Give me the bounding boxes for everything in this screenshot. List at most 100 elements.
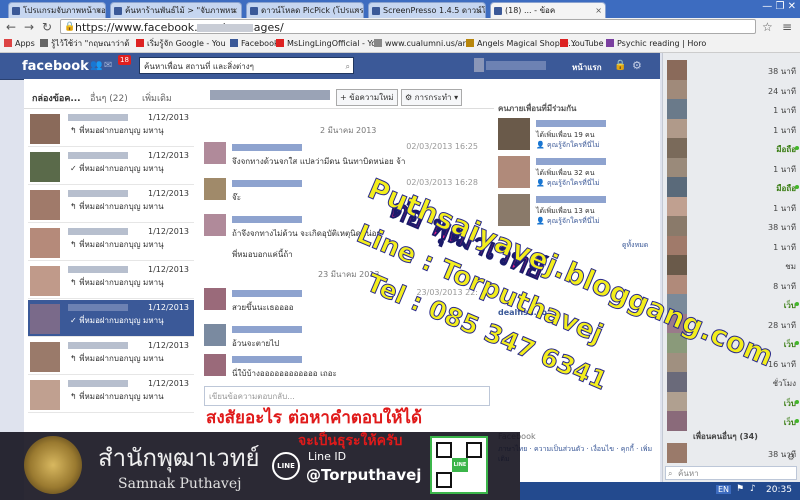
page-icon [606, 39, 614, 47]
conversation-row[interactable]: 1/12/2013 ↰ พี่หมอฝากบอกบุญ มหาน [28, 376, 194, 413]
gear-icon[interactable]: ⚙ [632, 59, 642, 72]
bookmark[interactable]: เริ่มรู้จัก Google - You [136, 38, 226, 50]
messages-icon[interactable]: ✉ [104, 60, 112, 71]
profile-name-redacted[interactable] [486, 61, 546, 70]
sender-redacted[interactable] [232, 356, 302, 363]
conversation-row-selected[interactable]: 1/12/2013 ✓ พี่หมอฝากบอกบุญ มหานุ [28, 300, 194, 337]
other-tab[interactable]: อื่นๆ (22) [90, 91, 128, 105]
promo-text: จะเป็นธุระให้ครับ [298, 433, 403, 449]
close-icon[interactable]: × [475, 3, 482, 18]
online-status: เว็บ [783, 301, 796, 310]
bookmark[interactable]: Psychic reading | Horo [606, 38, 706, 50]
browser-tab-active[interactable]: (18) ... - ข้อค × [490, 2, 606, 18]
new-message-button[interactable]: + ข้อความใหม่ [336, 89, 398, 106]
inbox-tab[interactable]: กล่องข้อค... [32, 91, 81, 105]
conversation-row[interactable]: 1/12/2013 ✓ พี่หมอฝากบอกบุญ มหานุ [28, 148, 194, 185]
brand-banner: สำนักพุฒาเวทย์ Samnak Puthavej LINE Line… [0, 432, 520, 500]
close-icon[interactable]: × [595, 3, 602, 18]
close-icon[interactable]: × [95, 3, 102, 18]
volume-icon[interactable]: ♪ [750, 484, 756, 494]
bookmark[interactable]: YouTube [560, 38, 604, 50]
conversation-row[interactable]: 1/12/2013 ↰ พี่หมอฝากบอกบุญ มหานุ [28, 110, 194, 147]
avatar [667, 99, 687, 119]
last-active-status: 28 นาที [768, 320, 796, 330]
reply-input[interactable]: เขียนข้อความตอบกลับ... [204, 386, 490, 406]
language-indicator[interactable]: EN [716, 485, 732, 494]
browser-tab[interactable]: ScreenPresso 1.4.5 ดาวน์โหล × [368, 2, 486, 18]
conversation-row[interactable]: 1/12/2013 ↰ พี่หมอฝากบอกบุญ มหานุ [28, 224, 194, 261]
browser-tab[interactable]: ดาวน์โหลด PicPick (โปรแกรม × [246, 2, 364, 18]
avatar[interactable] [204, 214, 226, 236]
chat-friend[interactable]: เว็บ [663, 410, 800, 432]
forward-icon[interactable]: → [24, 20, 34, 34]
sender-redacted[interactable] [232, 216, 302, 223]
avatar[interactable] [204, 324, 226, 346]
friend-requests-icon[interactable]: 👥 [90, 60, 102, 71]
online-status: มือถือ [776, 145, 796, 154]
close-icon[interactable]: × [231, 3, 238, 18]
notification-badge[interactable]: 18 [118, 55, 131, 65]
sender-redacted[interactable] [232, 326, 302, 333]
online-dot-icon [795, 399, 799, 404]
avatar [30, 228, 60, 258]
footer-links[interactable]: ภาษาไทย · ความเป็นส่วนตัว · เงื่อนไข · ค… [498, 444, 656, 464]
qr-code: LINE [430, 436, 488, 494]
conversation-row[interactable]: 1/12/2013 ↰ พี่หมอฝากบอกบุญ มหาน [28, 186, 194, 223]
bookmark[interactable]: www.cualumni.us/arti [374, 38, 471, 50]
back-icon[interactable]: ← [6, 20, 16, 34]
avatar [667, 443, 687, 463]
sender-redacted[interactable] [232, 180, 302, 187]
chat-sidebar: 38 นาที 24 นาที 1 นาที 1 นาที มือถือ 1 นาที มื… [662, 53, 800, 500]
name-redacted [536, 120, 606, 127]
url-input[interactable]: 🔒 https://www.facebook.com/messages/ [60, 19, 756, 34]
search-input[interactable]: ค้นหาเพื่อน สถานที่ และสิ่งต่างๆ ⌕ [139, 57, 354, 74]
page-icon [466, 39, 474, 47]
avatar [667, 391, 687, 412]
close-icon[interactable]: × [353, 3, 360, 18]
online-status: เว็บ [783, 418, 796, 427]
facebook-logo[interactable]: facebook [22, 59, 89, 74]
bookmark[interactable]: รู้ไว้ใช้ว่า "กฤษณาว่าด้ [40, 38, 129, 50]
home-link[interactable]: หน้าแรก [572, 61, 602, 74]
avatar[interactable] [204, 142, 226, 164]
gear-icon[interactable]: ⚙ [787, 453, 795, 463]
bookmarks-bar: Apps รู้ไว้ใช้ว่า "กฤษณาว่าด้ เริ่มรู้จั… [0, 36, 800, 53]
menu-icon[interactable]: ≡ [782, 20, 792, 34]
promo-text: สงสัยอะไร ต่อหาคำตอบให้ได้ [206, 408, 423, 428]
avatar[interactable] [204, 288, 226, 310]
bookmark[interactable]: MsLingLingOfficial - Yo [276, 38, 376, 50]
avatar[interactable] [204, 178, 226, 200]
redacted-block [197, 24, 253, 32]
mutual-friends-heading: คนภายเพื่อนที่มีร่วมกัน [498, 104, 577, 113]
reload-icon[interactable]: ↻ [42, 20, 52, 34]
bookmark-apps[interactable]: Apps [4, 38, 35, 50]
friend-suggestion[interactable]: ได้เพิ่มเพื่อน 19 คน 👤 คุณรู้จักใครที่นี… [498, 118, 658, 154]
search-icon[interactable]: ⌕ [346, 58, 350, 75]
flag-icon[interactable]: ⚑ [736, 484, 744, 494]
sender-redacted[interactable] [232, 290, 302, 297]
conversation-row[interactable]: 1/12/2013 ↰ พี่หมอฝากบอกบุญ มหานุ [28, 262, 194, 299]
friend-suggestion[interactable]: ได้เพิ่มเพื่อน 32 คน 👤 คุณรู้จักใครที่นี… [498, 156, 658, 192]
clock[interactable]: 20:35 [766, 485, 792, 495]
chat-friend[interactable]: 38 นาที [663, 442, 800, 464]
actions-button[interactable]: ⚙ การกระทำ ▾ [401, 89, 463, 106]
lock-icon[interactable]: 🔒 [614, 60, 626, 71]
see-all-link[interactable]: ดูทั้งหมด [622, 240, 648, 251]
more-tab[interactable]: เพิ่มเติม [142, 91, 172, 105]
avatar[interactable] [204, 354, 226, 376]
star-icon[interactable]: ☆ [762, 20, 773, 34]
browser-tab[interactable]: ค้นหาร้านพันธ์ไม้ > "จับภาพหน × [110, 2, 242, 18]
date-separator: 2 มีนาคม 2013 [320, 126, 377, 135]
qr-marker [436, 442, 452, 458]
sender-redacted[interactable] [232, 144, 302, 151]
friend-suggestion[interactable]: ได้เพิ่มเพื่อน 13 คน 👤 คุณรู้จักใครที่นี… [498, 194, 658, 230]
bookmark[interactable]: Facebook [230, 38, 279, 50]
chat-search-input[interactable]: ⌕ ค้นหา [665, 466, 797, 480]
browser-tab[interactable]: โปรแกรมจับภาพหน้าจอ แคปเจ× [8, 2, 106, 18]
conversation-row[interactable]: 1/12/2013 ↰ พี่หมอฝากบอกบุญ มหาน [28, 338, 194, 375]
avatar [30, 114, 60, 144]
window-controls[interactable]: — ❐ ✕ [762, 1, 796, 15]
avatar[interactable] [474, 58, 484, 72]
last-active-status: 38 นาที [768, 223, 796, 232]
last-active-status: 1 นาที [773, 106, 796, 115]
